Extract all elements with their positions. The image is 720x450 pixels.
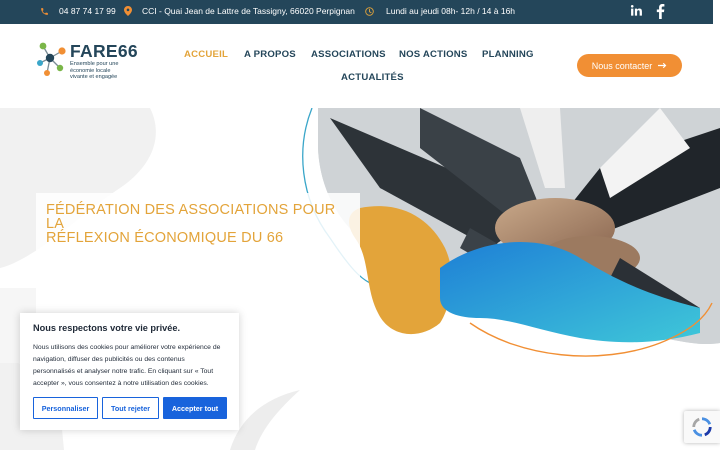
logo-tagline-line: Ensemble pour une: [70, 61, 119, 67]
hero-title-line: RÉFLEXION ÉCONOMIQUE DU 66: [46, 230, 284, 246]
logo-tagline-line: économie locale: [70, 67, 111, 74]
hours-text: Lundi au jeudi 08h- 12h / 14 à 16h: [386, 6, 516, 16]
address-info: CCI - Quai Jean de Lattre de Tassigny, 6…: [124, 6, 355, 16]
linkedin-icon[interactable]: [630, 4, 643, 17]
cookie-text-line: navigation, diffuser des publicités ou d…: [33, 356, 185, 363]
nav-item-actualites[interactable]: ACTUALITÉS: [341, 72, 404, 83]
cookie-title: Nous respectons votre vie privée.: [33, 323, 181, 333]
nav-item-associations[interactable]: ASSOCIATIONS: [311, 49, 386, 60]
nav-item-a-propos[interactable]: A PROPOS: [244, 49, 296, 60]
site-logo[interactable]: FARE66 Ensemble pour une économie locale…: [36, 41, 146, 93]
cookie-text-line: personnalisés et analyser notre trafic. …: [33, 368, 214, 375]
facebook-icon[interactable]: [656, 4, 665, 19]
phone-number: 04 87 74 17 99: [59, 6, 116, 16]
nav-item-planning[interactable]: PLANNING: [482, 49, 534, 60]
hero-title-line: FÉDÉRATION DES ASSOCIATIONS POUR LA: [46, 202, 336, 232]
clock-icon: [365, 6, 374, 16]
logo-title: FARE66: [70, 41, 138, 61]
cookie-description: Nous utilisons des cookies pour améliore…: [33, 342, 226, 390]
cookie-accept-button[interactable]: Accepter tout: [163, 397, 227, 419]
address-text: CCI - Quai Jean de Lattre de Tassigny, 6…: [142, 6, 355, 16]
site-header: FARE66 Ensemble pour une économie locale…: [0, 24, 713, 108]
logo-tagline: Ensemble pour une économie locale vivant…: [70, 61, 150, 81]
nav-item-nos-actions[interactable]: NOS ACTIONS: [399, 49, 467, 60]
hours-info: Lundi au jeudi 08h- 12h / 14 à 16h: [365, 6, 515, 16]
logo-molecule-icon: [37, 42, 66, 76]
cookie-customize-button[interactable]: Personnaliser: [33, 397, 98, 419]
contact-button-label: Nous contacter: [591, 60, 653, 71]
top-info-bar: 04 87 74 17 99 CCI - Quai Jean de Lattre…: [0, 0, 713, 24]
arrow-right-icon: [658, 62, 667, 69]
cookie-reject-button[interactable]: Tout rejeter: [102, 397, 159, 419]
logo-tagline-line: vivante et engagée: [70, 74, 118, 81]
recaptcha-icon: [692, 417, 712, 437]
cookie-text-line: Nous utilisons des cookies pour améliore…: [33, 344, 221, 351]
cookie-text-line: accepter », vous consentez à notre utili…: [33, 380, 209, 387]
recaptcha-badge[interactable]: [684, 411, 720, 443]
nav-item-accueil[interactable]: ACCUEIL: [184, 49, 228, 60]
cookie-consent-banner: Nous respectons votre vie privée. Nous u…: [20, 313, 239, 430]
contact-button[interactable]: Nous contacter: [577, 54, 682, 77]
hero-title: FÉDÉRATION DES ASSOCIATIONS POUR LA RÉFL…: [36, 193, 360, 293]
phone-info[interactable]: 04 87 74 17 99: [40, 6, 116, 16]
location-pin-icon: [124, 6, 132, 16]
phone-icon: [41, 7, 48, 15]
